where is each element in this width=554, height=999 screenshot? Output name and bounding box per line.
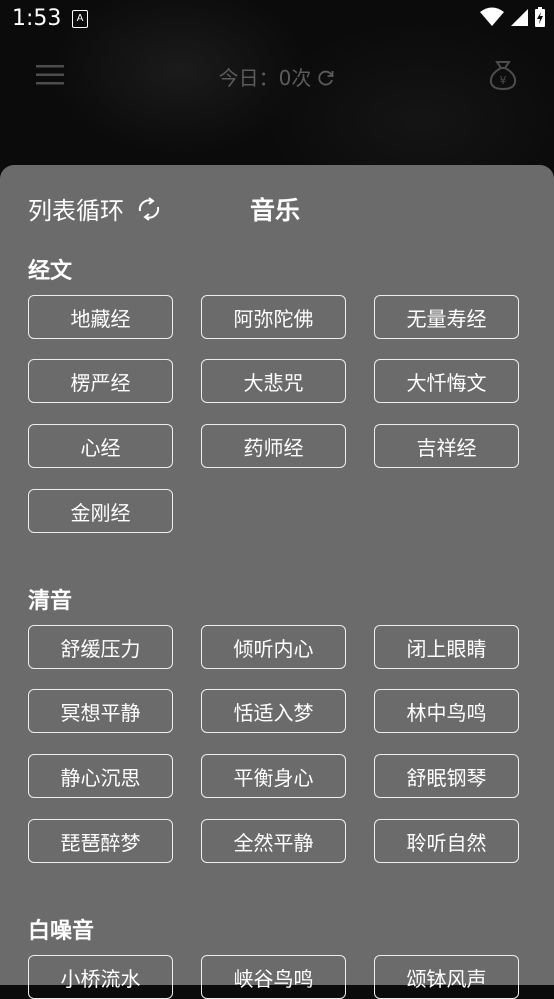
section-title-white-noise: 白噪音 [28,919,95,944]
status-bar: 1:53 A [0,0,554,38]
sheet-title: 音乐 [250,196,301,225]
svg-text:¥: ¥ [500,74,507,87]
section-title-calm: 清音 [28,589,73,614]
app-header: 今日：0次 ¥ [0,48,554,104]
track-button[interactable]: 平衡身心 [201,754,346,798]
signal-icon [511,9,528,26]
track-button[interactable]: 峡谷鸟鸣 [201,955,346,999]
track-button[interactable]: 大忏悔文 [374,359,519,403]
play-mode-toggle[interactable]: 列表循环 [28,191,164,226]
track-button[interactable]: 药师经 [201,424,346,468]
track-button[interactable]: 静心沉思 [28,754,173,798]
section-title-sutras: 经文 [28,259,73,284]
track-button[interactable]: 阿弥陀佛 [201,295,346,339]
track-button[interactable]: 大悲咒 [201,359,346,403]
track-button[interactable]: 吉祥经 [374,424,519,468]
today-label: 今日：0次 [218,66,312,90]
money-bag-icon[interactable]: ¥ [486,58,520,92]
track-button[interactable]: 小桥流水 [28,955,173,999]
track-button[interactable]: 倾听内心 [201,625,346,669]
today-counter: 今日：0次 [0,62,554,91]
track-button[interactable]: 全然平静 [201,819,346,863]
notification-icon: A [72,10,88,28]
status-time: 1:53 [12,6,62,31]
track-button[interactable]: 林中鸟鸣 [374,689,519,733]
battery-icon [535,7,545,27]
track-button[interactable]: 金刚经 [28,489,173,533]
track-button[interactable]: 聆听自然 [374,819,519,863]
track-button[interactable]: 地藏经 [28,295,173,339]
play-mode-label: 列表循环 [28,197,124,225]
track-button[interactable]: 心经 [28,424,173,468]
track-button[interactable]: 颂钵风声 [374,955,519,999]
track-button[interactable]: 舒缓压力 [28,625,173,669]
track-button[interactable]: 恬适入梦 [201,689,346,733]
refresh-icon[interactable] [317,69,335,87]
loop-icon [138,196,160,221]
track-button[interactable]: 楞严经 [28,359,173,403]
track-button[interactable]: 闭上眼睛 [374,625,519,669]
track-button[interactable]: 无量寿经 [374,295,519,339]
track-button[interactable]: 舒眠钢琴 [374,754,519,798]
track-button[interactable]: 琵琶醉梦 [28,819,173,863]
music-sheet: 列表循环 音乐 经文 地藏经 阿弥陀佛 无量寿经 楞严经 大悲咒 大忏悔文 心经… [0,165,554,999]
track-button[interactable]: 冥想平静 [28,689,173,733]
system-icons [480,6,546,28]
wifi-icon [480,7,504,26]
